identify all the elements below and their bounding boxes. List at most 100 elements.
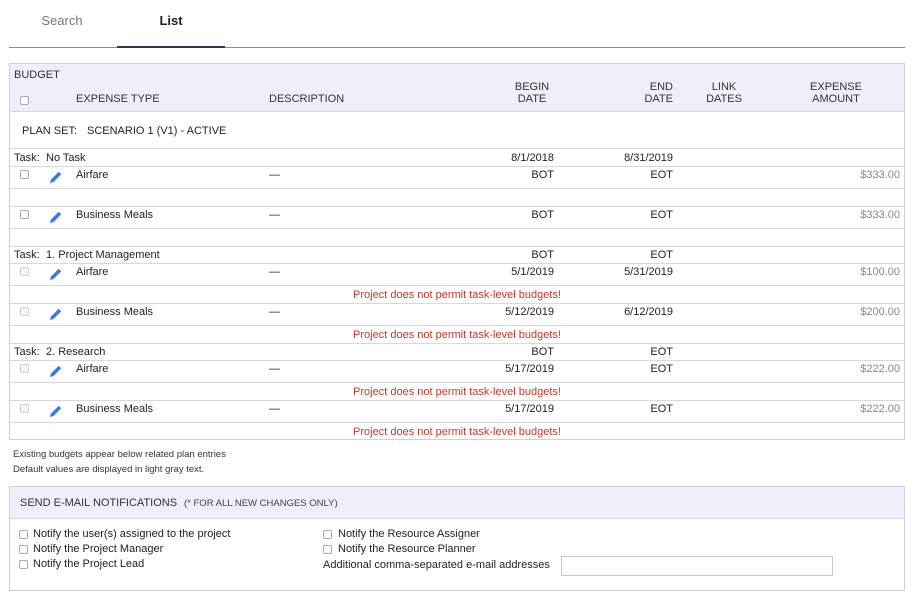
notify-resource-assigner-label: Notify the Resource Assigner (338, 528, 480, 540)
begin-date: 5/17/2019 (505, 403, 554, 415)
divider (10, 382, 904, 383)
expense-amount: $333.00 (860, 169, 900, 181)
expense-type: Business Meals (76, 306, 154, 318)
task-end-date: 8/31/2019 (624, 152, 673, 164)
notify-project-lead-label: Notify the Project Lead (33, 558, 145, 570)
pencil-icon[interactable] (48, 306, 64, 322)
divider (10, 188, 904, 189)
row-checkbox[interactable] (20, 404, 29, 413)
row-checkbox[interactable] (20, 210, 29, 219)
notify-project-manager-label: Notify the Project Manager (33, 543, 164, 555)
header-end-line1: END (649, 81, 673, 93)
header-amount-line1: EXPENSE (810, 81, 862, 93)
end-date: EOT (650, 169, 673, 181)
expense-amount: $200.00 (860, 306, 900, 318)
header-link-line2: DATES (706, 93, 742, 105)
notify-assigned-users-label: Notify the user(s) assigned to the proje… (33, 528, 231, 540)
end-date: EOT (650, 403, 673, 415)
description: — (269, 169, 280, 181)
divider (10, 206, 904, 207)
divider (10, 246, 904, 247)
email-addresses-label: Additional comma-separated e-mail addres… (323, 559, 550, 571)
expense-amount: $222.00 (860, 403, 900, 415)
task-begin-date: BOT (531, 249, 554, 261)
description: — (269, 266, 280, 278)
divider (10, 303, 904, 304)
description: — (269, 403, 280, 415)
divider (10, 285, 904, 286)
pencil-icon[interactable] (48, 363, 64, 379)
end-date: 5/31/2019 (624, 266, 673, 278)
task-begin-date: BOT (531, 346, 554, 358)
end-date: 6/12/2019 (624, 306, 673, 318)
header-end-line2: DATE (644, 93, 673, 105)
begin-date: 5/1/2019 (511, 266, 554, 278)
select-all-checkbox[interactable] (20, 96, 29, 105)
divider (10, 263, 904, 264)
begin-date: BOT (531, 209, 554, 221)
pencil-icon[interactable] (48, 266, 64, 282)
pencil-icon[interactable] (48, 209, 64, 225)
task-name: No Task (46, 152, 86, 164)
divider (10, 422, 904, 423)
notify-resource-assigner-checkbox[interactable] (323, 530, 332, 539)
divider (10, 325, 904, 326)
divider (10, 400, 904, 401)
plan-set-label: PLAN SET: (22, 125, 78, 137)
divider (10, 166, 904, 167)
email-notifications-panel: SEND E-MAIL NOTIFICATIONS (* FOR ALL NEW… (9, 486, 905, 591)
expense-type: Business Meals (76, 403, 154, 415)
expense-amount: $333.00 (860, 209, 900, 221)
task-label: Task: (14, 249, 40, 261)
header-description: DESCRIPTION (269, 93, 345, 105)
header-end-date: END DATE (630, 81, 673, 105)
pencil-icon[interactable] (48, 169, 64, 185)
budget-table-header: BUDGET EXPENSE TYPE DESCRIPTION BEGIN DA… (10, 64, 904, 112)
notify-project-manager-checkbox[interactable] (19, 545, 28, 554)
task-name: 2. Research (46, 346, 106, 358)
task-label: Task: (14, 152, 40, 164)
expense-type: Business Meals (76, 209, 154, 221)
error-message: Project does not permit task-level budge… (353, 329, 561, 341)
expense-type: Airfare (76, 169, 109, 181)
task-end-date: EOT (650, 346, 673, 358)
error-message: Project does not permit task-level budge… (353, 289, 561, 301)
error-message: Project does not permit task-level budge… (353, 426, 561, 438)
row-checkbox[interactable] (20, 170, 29, 179)
begin-date: 5/12/2019 (505, 306, 554, 318)
expense-type: Airfare (76, 363, 109, 375)
row-checkbox[interactable] (20, 364, 29, 373)
expense-amount: $222.00 (860, 363, 900, 375)
note-existing-budgets: Existing budgets appear below related pl… (13, 449, 226, 460)
row-checkbox[interactable] (20, 267, 29, 276)
expense-amount: $100.00 (860, 266, 900, 278)
notify-resource-planner-checkbox[interactable] (323, 545, 332, 554)
notifications-subtitle: (* FOR ALL NEW CHANGES ONLY) (184, 498, 338, 509)
plan-set-value: SCENARIO 1 (V1) - ACTIVE (87, 125, 227, 137)
description: — (269, 209, 280, 221)
notify-resource-planner-label: Notify the Resource Planner (338, 543, 476, 555)
notify-assigned-users-checkbox[interactable] (19, 530, 28, 539)
budget-table: BUDGET EXPENSE TYPE DESCRIPTION BEGIN DA… (9, 63, 905, 440)
end-date: EOT (650, 209, 673, 221)
tab-search[interactable]: Search (27, 13, 97, 28)
task-name: 1. Project Management (46, 249, 160, 261)
divider (10, 360, 904, 361)
header-expense-amount: EXPENSE AMOUNT (802, 81, 870, 105)
header-link-dates: LINK DATES (704, 81, 744, 105)
header-link-line1: LINK (711, 81, 737, 93)
expense-type: Airfare (76, 266, 109, 278)
task-begin-date: 8/1/2018 (511, 152, 554, 164)
notify-project-lead-checkbox[interactable] (19, 560, 28, 569)
header-begin-line1: BEGIN (514, 81, 550, 93)
description: — (269, 306, 280, 318)
begin-date: BOT (531, 169, 554, 181)
email-addresses-input[interactable] (561, 556, 833, 576)
note-default-values: Default values are displayed in light gr… (13, 464, 205, 475)
row-checkbox[interactable] (20, 307, 29, 316)
task-end-date: EOT (650, 249, 673, 261)
divider (10, 148, 904, 149)
tab-list[interactable]: List (117, 13, 225, 48)
pencil-icon[interactable] (48, 403, 64, 419)
header-begin-line2: DATE (517, 93, 547, 105)
